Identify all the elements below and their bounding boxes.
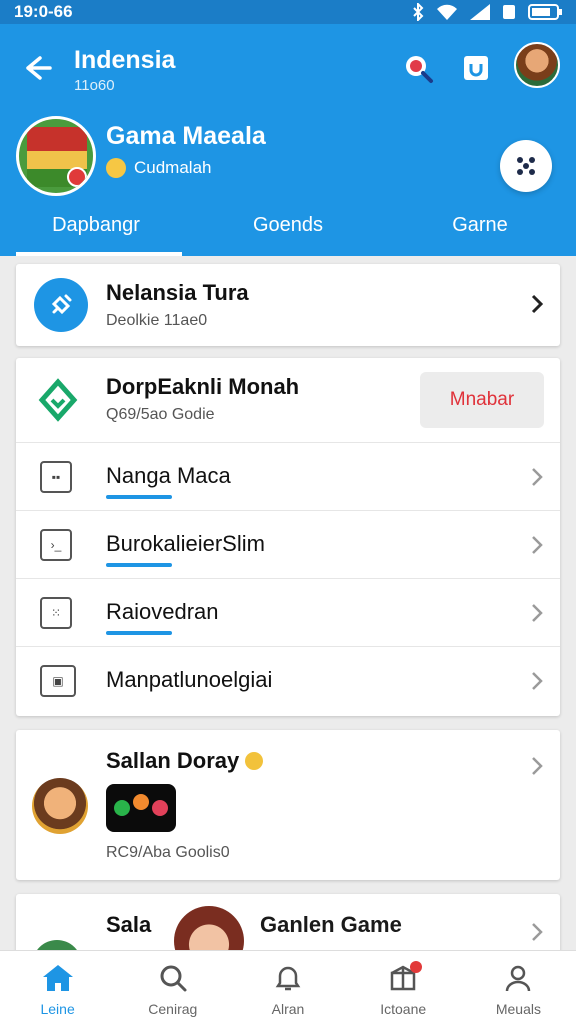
feature-card-title: Nelansia Tura <box>106 280 249 305</box>
nav-gifts[interactable]: Ictoane <box>346 951 461 1024</box>
page-subtitle: 11o60 <box>74 77 115 94</box>
friend-avatar <box>32 778 88 834</box>
profile-sub-text: Cudmalah <box>134 158 212 177</box>
nav-alerts[interactable]: Alran <box>230 951 345 1024</box>
tab-goends[interactable]: Goends <box>192 204 384 256</box>
menu-row-label: BurokalieierSlim <box>106 531 265 556</box>
menu-row-label: Nanga Maca <box>106 463 231 488</box>
media-icon: ▣ <box>40 665 76 697</box>
home-icon <box>42 965 73 991</box>
chevron-right-icon <box>532 757 543 775</box>
search-color-icon[interactable] <box>398 48 438 88</box>
menu-row[interactable]: ▣ Manpatlunoelgiai <box>16 646 560 714</box>
chevron-right-icon <box>532 468 543 486</box>
notification-badge <box>409 961 422 973</box>
friend-name: Sallan Doray <box>106 748 240 773</box>
nav-label: Alran <box>271 1001 305 1017</box>
gamepad-icon <box>517 157 535 175</box>
bluetooth-icon <box>413 3 424 21</box>
menu-card: DorpEaknli Monah Q69/5ao Godie Mnabar ▪▪… <box>16 358 560 716</box>
nav-label: Meuals <box>495 1001 541 1017</box>
friend-card[interactable]: Sallan Doray RC9/Aba Goolis0 <box>16 730 560 880</box>
nav-search[interactable]: Cenirag <box>115 951 230 1024</box>
progress-underline <box>106 495 172 499</box>
nav-home[interactable]: Leine <box>0 951 115 1024</box>
tab-dapbangr[interactable]: Dapbangr <box>0 204 192 256</box>
chevron-right-icon <box>532 536 543 554</box>
menu-card-subtitle: Q69/5ao Godie <box>106 406 215 423</box>
header-title-block: Indensia 11o60 <box>74 46 175 94</box>
menu-row-label: Manpatlunoelgiai <box>106 667 273 692</box>
nav-label: Cenirag <box>148 1001 198 1017</box>
emoji-icon <box>106 158 126 178</box>
chevron-right-icon <box>531 294 544 314</box>
menu-row-label: Raiovedran <box>106 599 219 624</box>
chevron-right-icon <box>532 923 543 941</box>
user-avatar[interactable] <box>514 42 560 88</box>
progress-underline <box>106 631 172 635</box>
wifi-icon <box>437 4 457 20</box>
bell-icon <box>275 966 301 991</box>
nav-label: Leine <box>40 1001 75 1017</box>
emoji-icon <box>245 752 264 770</box>
gamepad-button[interactable] <box>500 140 552 192</box>
friend-card-title: Sallan Doray <box>106 748 264 774</box>
menu-card-title: DorpEaknli Monah <box>106 374 300 399</box>
progress-underline <box>106 563 172 567</box>
profile-sub: Cudmalah <box>106 158 212 178</box>
signal-icon <box>470 4 490 20</box>
status-icons <box>412 3 562 21</box>
game-thumbnail[interactable] <box>106 784 176 832</box>
feature-card[interactable]: Nelansia Tura Deolkie 11ae0 <box>16 264 560 346</box>
menu-row[interactable]: ⁙ Raiovedran <box>16 578 560 646</box>
game-card-title: Sala <box>106 912 152 937</box>
friend-card-subtitle: RC9/Aba Goolis0 <box>106 844 230 861</box>
game-profile-image <box>16 116 96 196</box>
menu-row[interactable]: ›_ BurokalieierSlim <box>16 510 560 578</box>
menu-row[interactable]: ▪▪ Nanga Maca <box>16 442 560 510</box>
terminal-icon: ›_ <box>40 529 72 561</box>
tab-garne[interactable]: Garne <box>384 204 576 256</box>
search-icon <box>160 965 187 992</box>
sim-icon <box>503 5 515 19</box>
bottom-nav: Leine Cenirag Alran Ictoane Meuals <box>0 950 576 1024</box>
battery-icon <box>528 4 562 20</box>
profile-name: Gama Maeala <box>106 122 266 150</box>
app-header: Indensia 11o60 Gama Maeala Cudmalah Dapb… <box>0 24 576 256</box>
game-card-title-2: Ganlen Game <box>260 912 402 937</box>
nav-label: Ictoane <box>380 1001 427 1017</box>
plug-icon <box>34 278 88 332</box>
status-bar: 19:0-66 <box>0 0 576 24</box>
back-arrow-icon[interactable] <box>18 50 54 86</box>
mnabar-button[interactable]: Mnabar <box>420 372 544 428</box>
nav-profile[interactable]: Meuals <box>461 951 576 1024</box>
status-time: 19:0-66 <box>14 2 73 21</box>
page-title: Indensia <box>74 46 176 74</box>
feature-card-subtitle: Deolkie 11ae0 <box>106 312 208 329</box>
grid-icon: ▪▪ <box>40 461 72 493</box>
person-icon <box>506 965 531 992</box>
chevron-right-icon <box>532 604 543 622</box>
chevron-right-icon <box>532 672 543 690</box>
logo-icon <box>38 378 78 422</box>
box-icon[interactable] <box>456 48 496 88</box>
tab-bar: Dapbangr Goends Garne <box>0 204 576 256</box>
dice-icon: ⁙ <box>40 597 72 629</box>
